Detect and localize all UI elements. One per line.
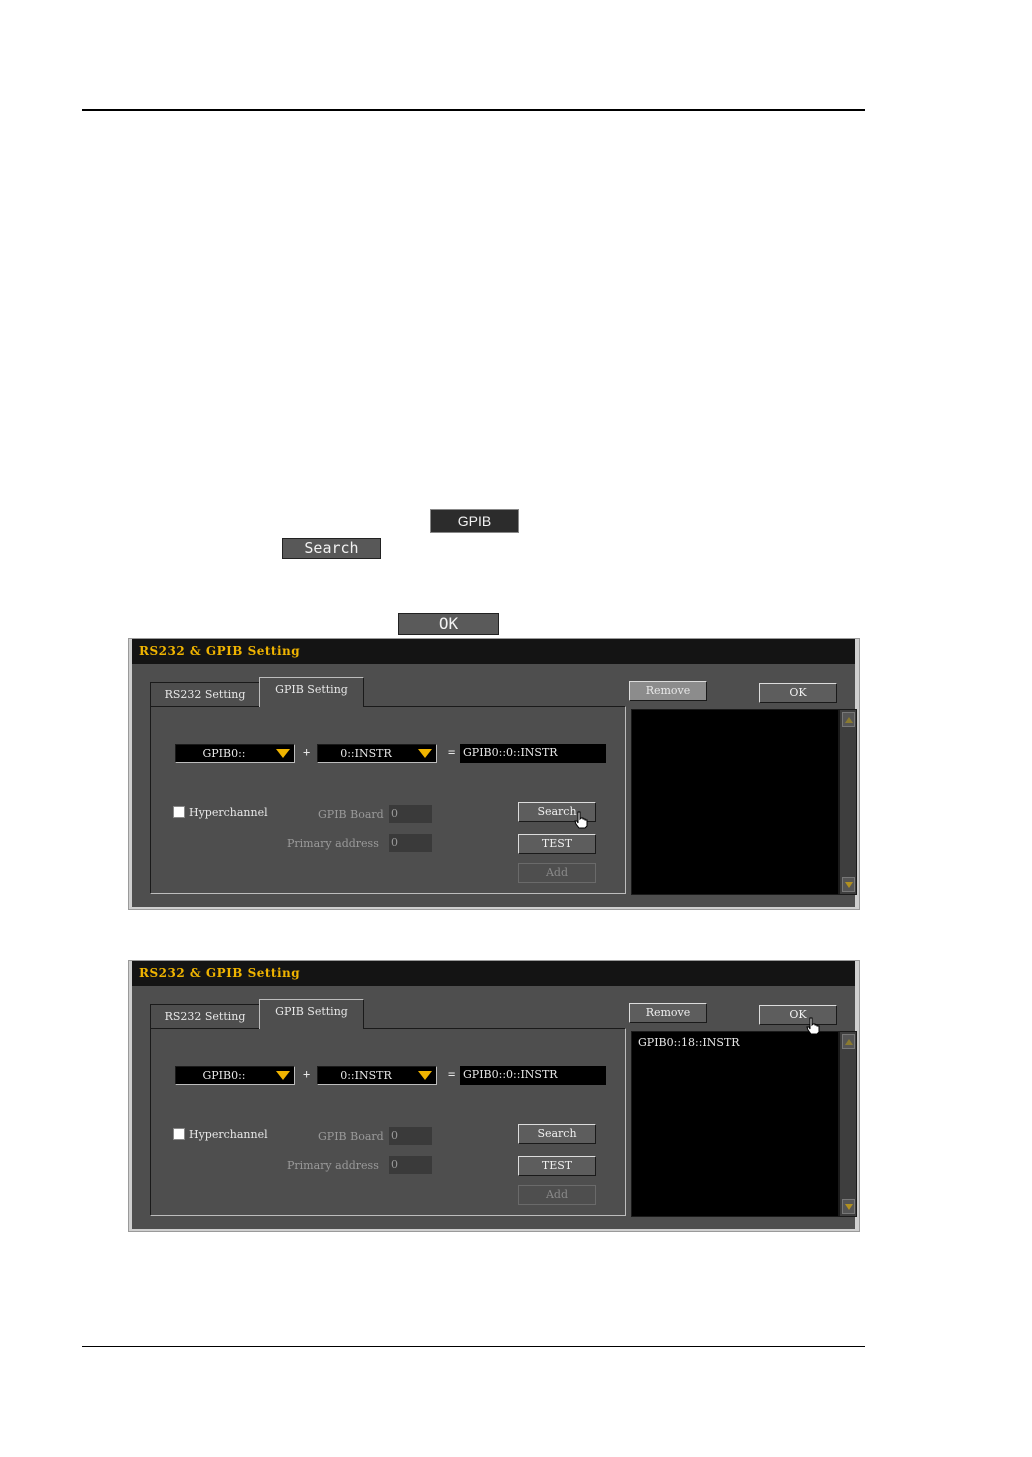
header-rule xyxy=(82,109,865,111)
footer-rule xyxy=(82,1346,865,1347)
instrument-list[interactable]: GPIB0::18::INSTR xyxy=(631,1031,839,1217)
gpib-setting-dialog-1: RS232 & GPIB Setting RS232 Setting GPIB … xyxy=(128,638,860,910)
dialog-title: RS232 & GPIB Setting xyxy=(132,639,855,664)
scroll-down-icon[interactable] xyxy=(842,877,855,892)
instrument-list[interactable] xyxy=(631,709,839,895)
tab-rs232-setting[interactable]: RS232 Setting xyxy=(150,1004,260,1028)
list-scrollbar[interactable] xyxy=(839,709,857,895)
dropdown-arrow-icon xyxy=(418,749,432,758)
inline-gpib-key: GPIB xyxy=(430,509,519,533)
equals-sign: = xyxy=(448,745,456,759)
primary-address-label: Primary address xyxy=(287,837,379,850)
ok-button[interactable]: OK xyxy=(759,1005,837,1025)
plus-sign: + xyxy=(303,745,311,759)
scroll-up-icon[interactable] xyxy=(842,712,855,727)
board-combo-value: GPIB0:: xyxy=(202,1069,246,1082)
gpib-board-label: GPIB Board xyxy=(318,808,384,821)
ok-button[interactable]: OK xyxy=(759,683,837,703)
tab-rs232-setting[interactable]: RS232 Setting xyxy=(150,682,260,706)
board-combo[interactable]: GPIB0:: xyxy=(175,744,295,763)
primary-address-field[interactable]: 0 xyxy=(389,834,432,852)
hand-cursor-icon xyxy=(806,1017,820,1035)
search-button[interactable]: Search xyxy=(518,1124,596,1144)
list-scrollbar[interactable] xyxy=(839,1031,857,1217)
board-combo-value: GPIB0:: xyxy=(202,747,246,760)
plus-sign: + xyxy=(303,1067,311,1081)
remove-button[interactable]: Remove xyxy=(629,1003,707,1023)
hyperchannel-label: Hyperchannel xyxy=(189,1128,268,1141)
dropdown-arrow-icon xyxy=(276,749,290,758)
gpib-board-field[interactable]: 0 xyxy=(389,1127,432,1145)
dropdown-arrow-icon xyxy=(276,1071,290,1080)
gpib-board-field[interactable]: 0 xyxy=(389,805,432,823)
hand-cursor-icon xyxy=(574,811,588,829)
inline-ok-key: OK xyxy=(398,613,499,635)
address-combo-value: 0::INSTR xyxy=(340,747,392,760)
hyperchannel-checkbox[interactable] xyxy=(173,806,185,818)
remove-button[interactable]: Remove xyxy=(629,681,707,701)
list-item[interactable]: GPIB0::18::INSTR xyxy=(638,1036,740,1049)
gpib-board-label: GPIB Board xyxy=(318,1130,384,1143)
address-combo[interactable]: 0::INSTR xyxy=(317,1066,437,1085)
resource-string-field: GPIB0::0::INSTR xyxy=(460,1066,606,1085)
tab-gpib-setting[interactable]: GPIB Setting xyxy=(259,677,364,707)
add-button[interactable]: Add xyxy=(518,1185,596,1205)
primary-address-field[interactable]: 0 xyxy=(389,1156,432,1174)
tab-gpib-setting[interactable]: GPIB Setting xyxy=(259,999,364,1029)
dialog-title: RS232 & GPIB Setting xyxy=(132,961,855,986)
primary-address-label: Primary address xyxy=(287,1159,379,1172)
scroll-up-icon[interactable] xyxy=(842,1034,855,1049)
board-combo[interactable]: GPIB0:: xyxy=(175,1066,295,1085)
inline-search-key: Search xyxy=(282,538,381,559)
add-button[interactable]: Add xyxy=(518,863,596,883)
test-button[interactable]: TEST xyxy=(518,1156,596,1176)
resource-string-field: GPIB0::0::INSTR xyxy=(460,744,606,763)
gpib-setting-dialog-2: RS232 & GPIB Setting RS232 Setting GPIB … xyxy=(128,960,860,1232)
test-button[interactable]: TEST xyxy=(518,834,596,854)
hyperchannel-checkbox[interactable] xyxy=(173,1128,185,1140)
hyperchannel-label: Hyperchannel xyxy=(189,806,268,819)
dropdown-arrow-icon xyxy=(418,1071,432,1080)
address-combo-value: 0::INSTR xyxy=(340,1069,392,1082)
equals-sign: = xyxy=(448,1067,456,1081)
scroll-down-icon[interactable] xyxy=(842,1199,855,1214)
address-combo[interactable]: 0::INSTR xyxy=(317,744,437,763)
